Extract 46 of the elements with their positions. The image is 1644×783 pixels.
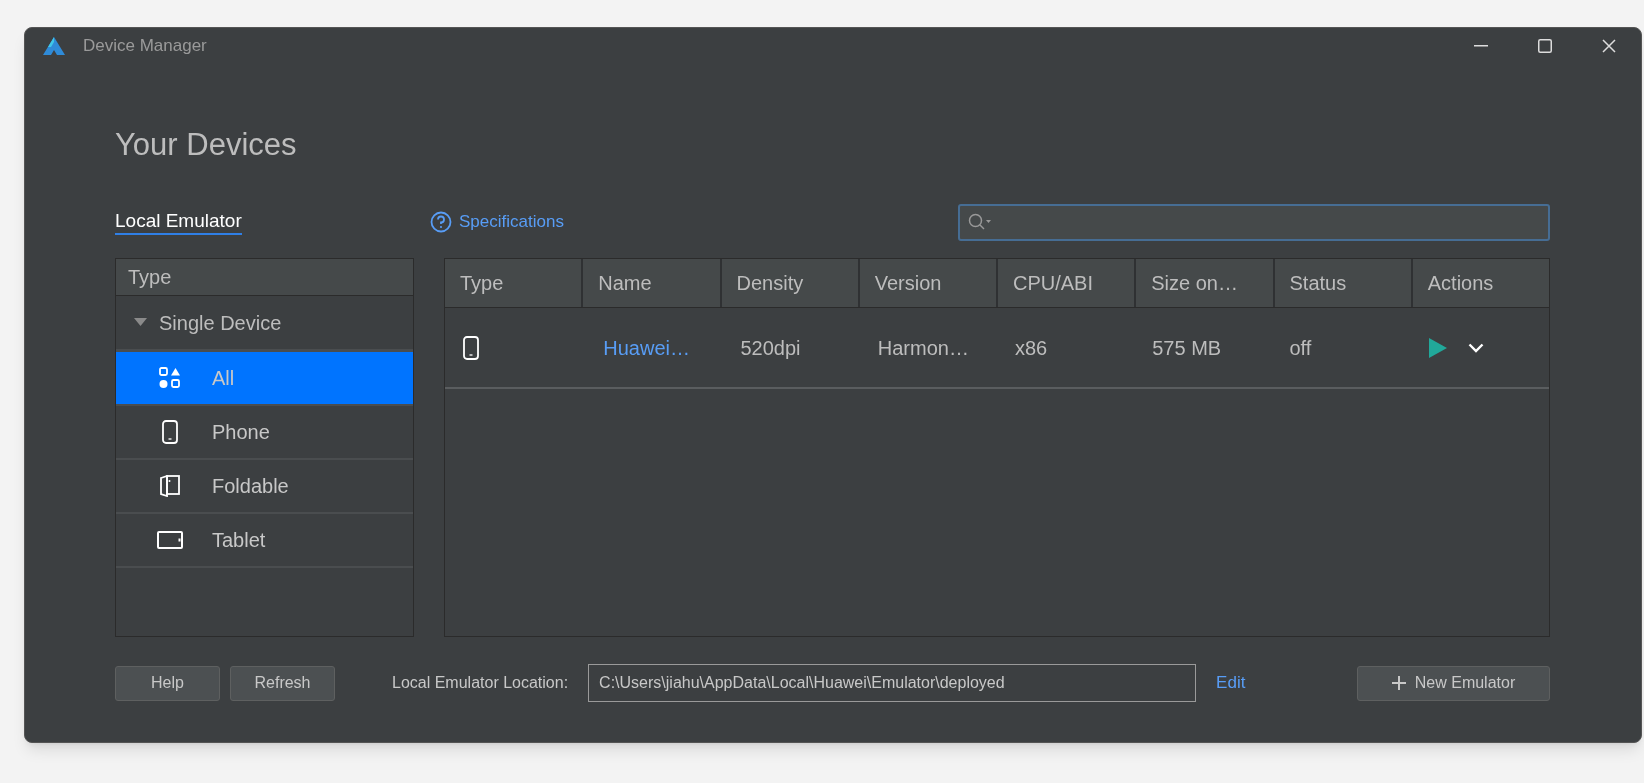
device-name-link[interactable]: Huawei… bbox=[588, 308, 726, 387]
specifications-link[interactable]: Specifications bbox=[430, 209, 564, 235]
foldable-icon bbox=[160, 475, 180, 497]
column-header[interactable]: Density bbox=[721, 259, 860, 307]
column-header[interactable]: CPU/ABI bbox=[998, 259, 1137, 307]
column-header[interactable]: Type bbox=[445, 259, 584, 307]
maximize-icon bbox=[1538, 39, 1552, 53]
local-emulator-tab[interactable]: Local Emulator bbox=[115, 209, 242, 235]
status-cell-text: off bbox=[1288, 335, 1313, 361]
play-icon bbox=[1427, 336, 1448, 359]
size-cell-text: 575 MB bbox=[1151, 335, 1223, 361]
help-icon bbox=[430, 211, 452, 233]
location-label: Local Emulator Location: bbox=[392, 673, 569, 693]
expanded-triangle-icon bbox=[134, 318, 147, 327]
search-icon bbox=[968, 213, 992, 231]
edit-link[interactable]: Edit bbox=[1216, 670, 1246, 696]
shapes-icon bbox=[159, 367, 181, 389]
type-header: Type bbox=[116, 259, 413, 296]
footer-button[interactable]: Refresh bbox=[230, 665, 335, 701]
chevron-down-icon bbox=[1467, 342, 1484, 353]
phone-icon bbox=[162, 420, 178, 444]
page-heading: Your Devices bbox=[115, 126, 298, 164]
app-logo-icon bbox=[42, 36, 66, 56]
plus-icon bbox=[1391, 676, 1406, 690]
device-type-item[interactable]: Tablet bbox=[116, 514, 413, 568]
new-emulator-button[interactable]: New Emulator bbox=[1357, 665, 1550, 701]
close-icon bbox=[1602, 39, 1616, 53]
location-field[interactable]: C:\Users\jiahu\AppData\Local\Huawei\Emulator\deployed bbox=[588, 664, 1197, 702]
version-cell-text: Harmon… bbox=[876, 335, 970, 361]
column-header[interactable]: Size on… bbox=[1136, 259, 1275, 307]
density-cell-text: 520dpi bbox=[739, 335, 802, 361]
phone-icon bbox=[463, 335, 479, 360]
window-title: Device Manager bbox=[83, 35, 207, 58]
minimize-icon bbox=[1474, 45, 1488, 47]
column-header[interactable]: Name bbox=[583, 259, 722, 307]
tablet-icon bbox=[157, 531, 183, 549]
device-type-item[interactable]: Phone bbox=[116, 406, 413, 460]
run-button[interactable] bbox=[1426, 336, 1449, 359]
column-header[interactable]: Version bbox=[859, 259, 998, 307]
search-field[interactable] bbox=[958, 203, 1550, 241]
footer-button[interactable]: Help bbox=[115, 665, 220, 701]
cpu-abi-cell-text: x86 bbox=[1014, 335, 1049, 361]
column-header[interactable]: Status bbox=[1274, 259, 1413, 307]
device-type-item[interactable]: Foldable bbox=[116, 460, 413, 514]
device-type-item[interactable]: All bbox=[116, 352, 413, 406]
column-header[interactable]: Actions bbox=[1412, 259, 1549, 307]
